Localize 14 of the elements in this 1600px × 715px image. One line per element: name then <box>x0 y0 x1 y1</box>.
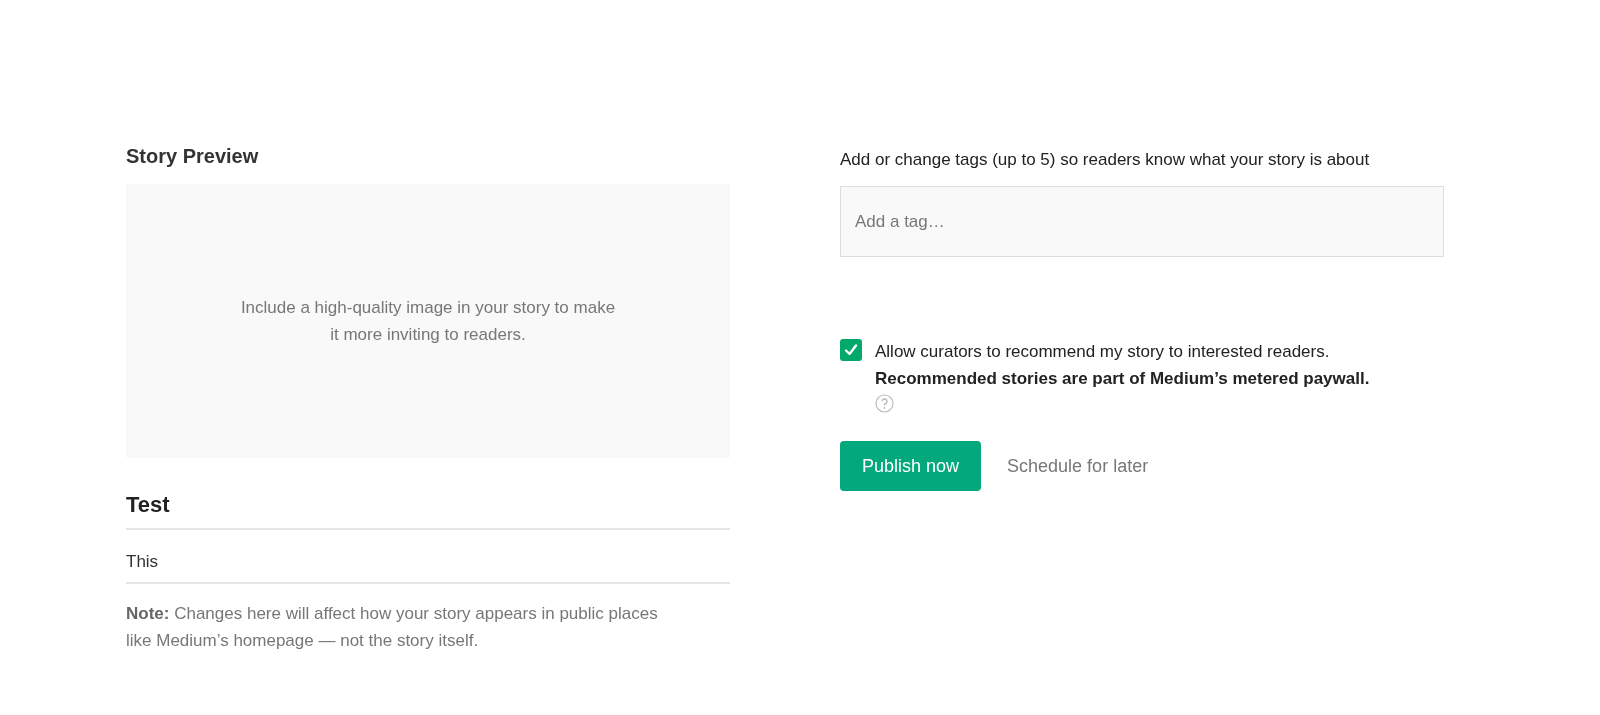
check-icon <box>844 343 858 357</box>
note-text: Note: Changes here will affect how your story appears in public places like Medium’s homepage — not the story itself. <box>126 603 659 652</box>
tags-label: Add or change tags (up to 5) so readers know what your story is about <box>840 149 1371 171</box>
help-icon[interactable] <box>875 394 894 413</box>
subtitle-field[interactable]: This <box>126 548 730 584</box>
recommend-checkbox[interactable] <box>840 339 862 361</box>
title-field[interactable]: Test <box>126 492 730 530</box>
image-placeholder[interactable]: Include a high-quality image in your story to make it more inviting to readers. <box>126 184 730 458</box>
image-hint: Include a high-quality image in your story to make it more inviting to readers. <box>240 297 616 346</box>
tag-field[interactable]: Add a tag… <box>840 186 1444 257</box>
schedule-link[interactable]: Schedule for later <box>1007 455 1149 477</box>
section-heading: Story Preview <box>126 144 260 169</box>
recommend-text: Allow curators to recommend my story to interested readers. Recommended stories are part of Medium’s metered paywall. <box>875 341 1371 390</box>
publish-button[interactable]: Publish now <box>840 441 982 491</box>
